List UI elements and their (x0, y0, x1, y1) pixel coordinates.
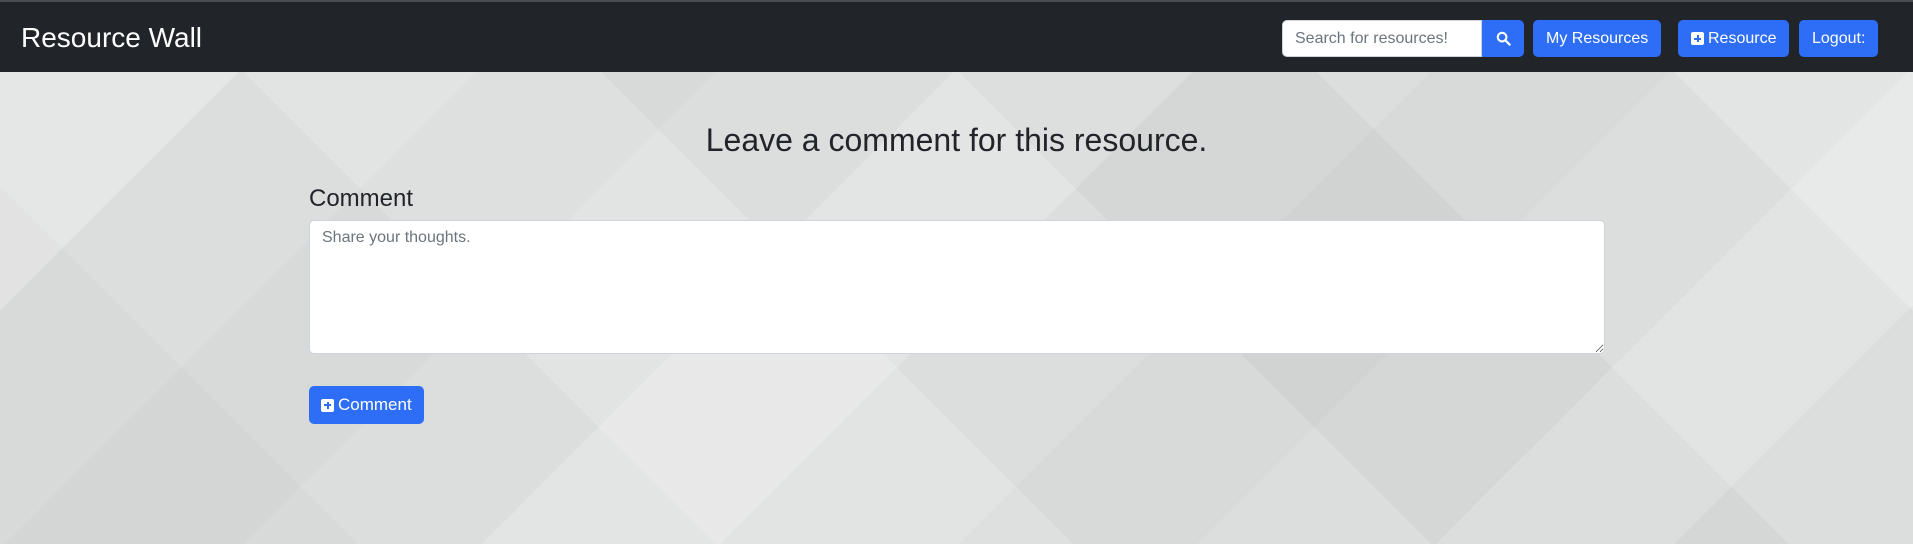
plus-square-icon (1691, 32, 1704, 45)
submit-comment-button[interactable]: Comment (309, 386, 424, 424)
my-resources-button[interactable]: My Resources (1533, 20, 1662, 57)
comment-textarea[interactable] (309, 220, 1605, 354)
page-title: Leave a comment for this resource. (705, 122, 1208, 158)
add-resource-label: Resource (1708, 29, 1777, 47)
search-icon (1496, 31, 1511, 46)
my-resources-label: My Resources (1546, 29, 1649, 47)
search-button[interactable] (1482, 20, 1524, 57)
logout-label: Logout: (1812, 29, 1866, 47)
brand-title[interactable]: Resource Wall (21, 21, 202, 55)
logout-button[interactable]: Logout: (1799, 20, 1879, 57)
add-resource-button[interactable]: Resource (1678, 20, 1790, 57)
search-form (1282, 20, 1524, 57)
plus-square-icon (321, 398, 334, 412)
submit-comment-label: Comment (338, 395, 412, 414)
search-input[interactable] (1282, 20, 1482, 57)
navbar: Resource Wall My Resources Resource Logo… (0, 0, 1913, 72)
comment-label: Comment (309, 185, 414, 212)
